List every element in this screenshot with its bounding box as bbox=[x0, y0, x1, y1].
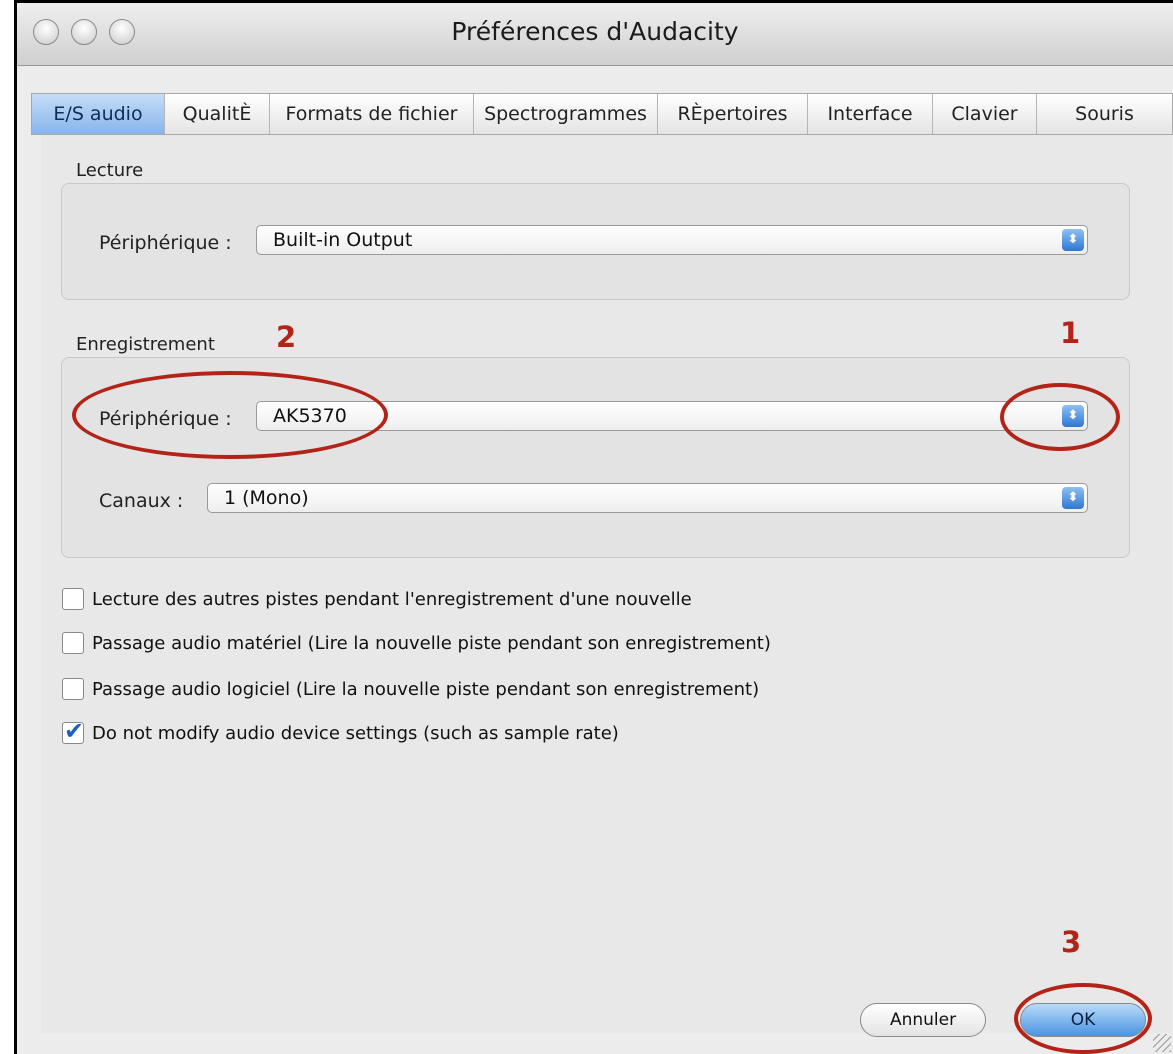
playback-device-value: Built-in Output bbox=[273, 229, 413, 251]
title-bar[interactable]: Préférences d'Audacity bbox=[17, 3, 1173, 66]
annotation-number-3: 3 bbox=[1061, 925, 1082, 959]
option-label: Passage audio matériel (Lire la nouvelle… bbox=[92, 632, 771, 654]
option-label: Passage audio logiciel (Lire la nouvelle… bbox=[92, 678, 760, 700]
option-row[interactable]: Lecture des autres pistes pendant l'enre… bbox=[62, 588, 692, 610]
channels-value: 1 (Mono) bbox=[224, 487, 309, 509]
annotation-number-2: 2 bbox=[276, 320, 297, 354]
checkbox-software-playthrough[interactable] bbox=[62, 678, 84, 700]
option-label: Do not modify audio device settings (suc… bbox=[92, 722, 619, 744]
checkbox-do-not-modify-device[interactable] bbox=[62, 717, 84, 745]
playback-device-select[interactable]: Built-in Output ⬍ bbox=[256, 225, 1088, 255]
annotation-circle-2 bbox=[72, 371, 388, 459]
annotation-number-1: 1 bbox=[1060, 316, 1081, 350]
tab-souris[interactable]: Souris bbox=[1037, 94, 1172, 134]
section-label-enregistrement: Enregistrement bbox=[76, 334, 215, 355]
tab-qualite[interactable]: QualitÈ bbox=[165, 94, 270, 134]
option-row[interactable]: Passage audio matériel (Lire la nouvelle… bbox=[62, 632, 771, 654]
tab-formats-de-fichier[interactable]: Formats de fichier bbox=[270, 94, 474, 134]
annotation-circle-1 bbox=[1000, 383, 1120, 451]
tab-bar: E/S audio QualitÈ Formats de fichier Spe… bbox=[31, 93, 1173, 135]
option-row[interactable]: Passage audio logiciel (Lire la nouvelle… bbox=[62, 678, 759, 700]
resize-grip-icon[interactable] bbox=[1153, 1034, 1171, 1052]
tab-interface[interactable]: Interface bbox=[808, 94, 933, 134]
checkbox-play-other-tracks[interactable] bbox=[62, 588, 84, 610]
annotation-circle-3 bbox=[1014, 983, 1152, 1054]
tab-repertoires[interactable]: RÈpertoires bbox=[658, 94, 808, 134]
checkbox-hardware-playthrough[interactable] bbox=[62, 632, 84, 654]
cancel-button[interactable]: Annuler bbox=[860, 1003, 986, 1037]
playback-device-label: Périphérique : bbox=[99, 232, 232, 254]
section-label-lecture: Lecture bbox=[76, 160, 144, 181]
select-arrows-icon: ⬍ bbox=[1062, 487, 1084, 509]
option-label: Lecture des autres pistes pendant l'enre… bbox=[92, 588, 692, 610]
option-row[interactable]: Do not modify audio device settings (suc… bbox=[62, 717, 619, 745]
select-arrows-icon: ⬍ bbox=[1062, 229, 1084, 251]
tab-clavier[interactable]: Clavier bbox=[933, 94, 1037, 134]
window-title: Préférences d'Audacity bbox=[451, 17, 739, 46]
channels-label: Canaux : bbox=[99, 490, 184, 512]
tab-es-audio[interactable]: E/S audio bbox=[32, 94, 165, 134]
tab-spectrogrammes[interactable]: Spectrogrammes bbox=[474, 94, 658, 134]
channels-select[interactable]: 1 (Mono) ⬍ bbox=[207, 483, 1088, 513]
